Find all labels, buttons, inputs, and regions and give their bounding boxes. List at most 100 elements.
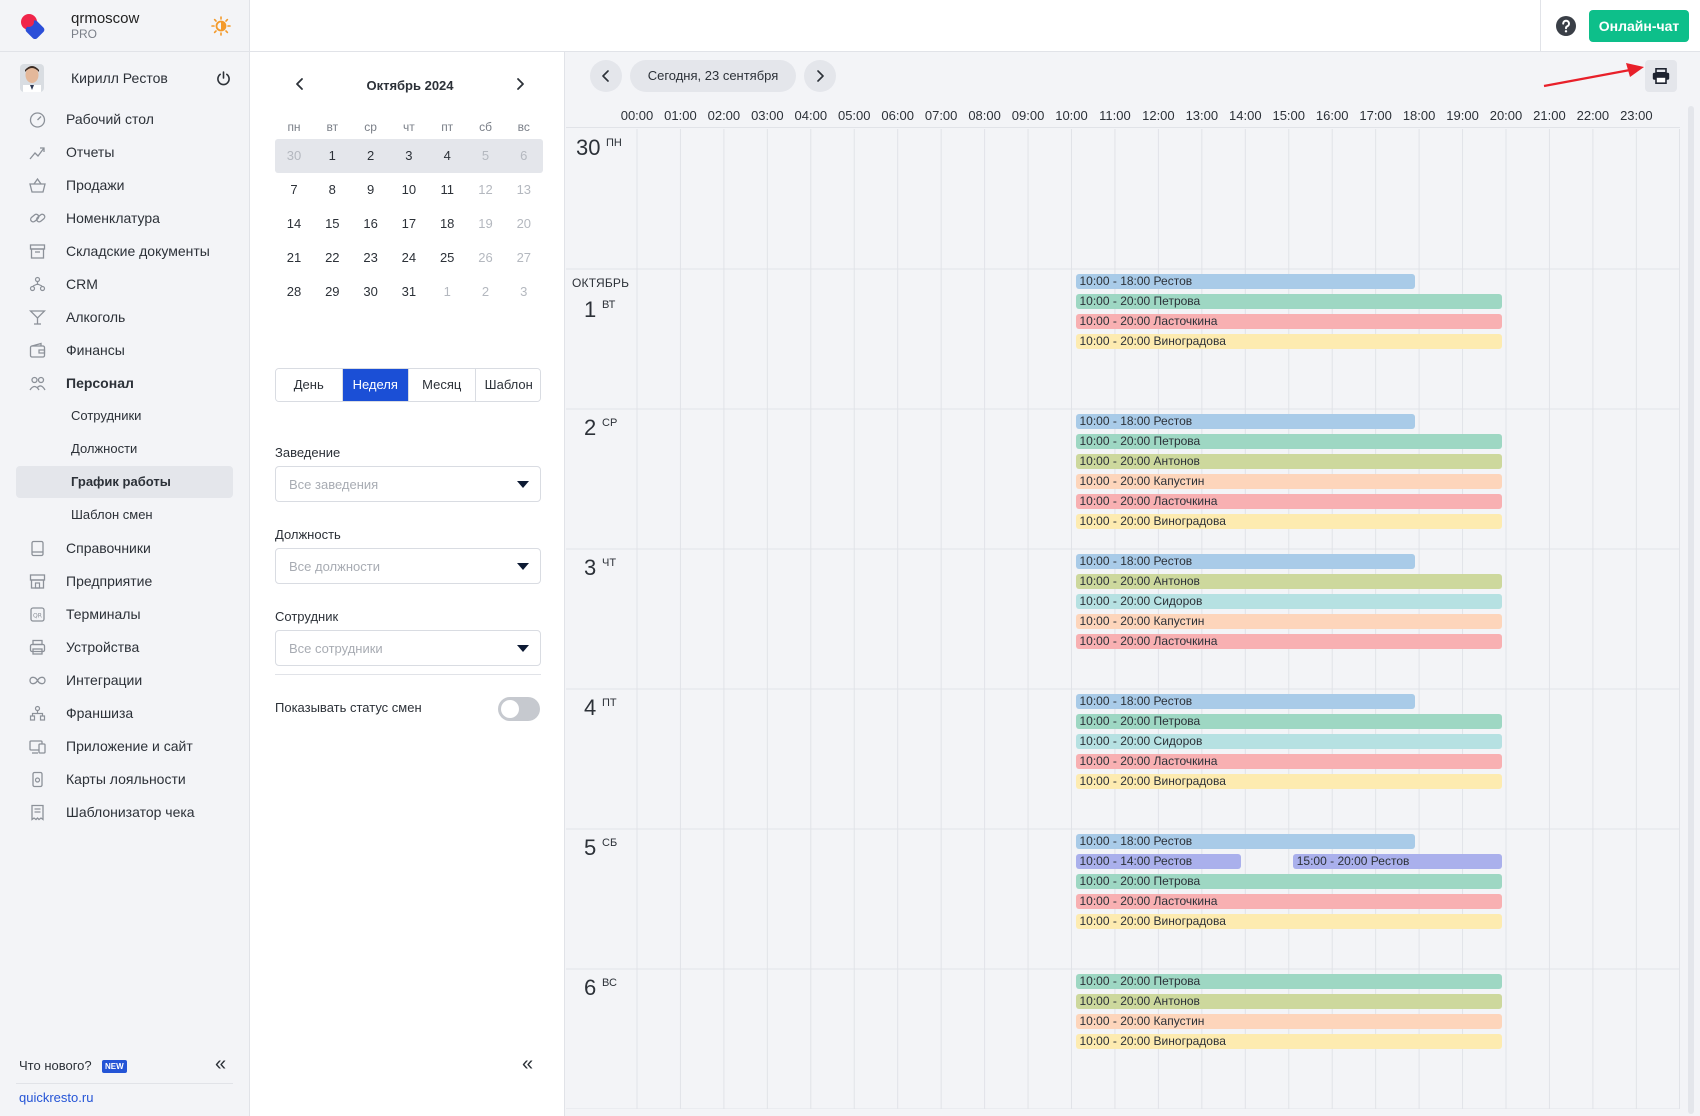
- site-link[interactable]: quickresto.ru: [19, 1090, 93, 1105]
- vertical-scrollbar[interactable]: [1688, 106, 1694, 1114]
- shift-bar[interactable]: 10:00 - 20:00 Ласточкина: [1075, 634, 1502, 649]
- calendar-day[interactable]: 31: [390, 275, 428, 309]
- sidebar-item-справочники[interactable]: Справочники: [16, 532, 233, 564]
- next-week-button[interactable]: [804, 60, 836, 92]
- sidebar-item-продажи[interactable]: Продажи: [16, 169, 233, 201]
- shift-bar[interactable]: 10:00 - 20:00 Антонов: [1075, 994, 1502, 1009]
- calendar-day[interactable]: 30: [352, 275, 390, 309]
- sidebar-item-график-работы[interactable]: График работы: [16, 466, 233, 498]
- calendar-day[interactable]: 9: [352, 173, 390, 207]
- calendar-day[interactable]: 24: [390, 241, 428, 275]
- shift-bar[interactable]: 10:00 - 18:00 Рестов: [1075, 834, 1416, 849]
- shift-bar[interactable]: 10:00 - 20:00 Антонов: [1075, 454, 1502, 469]
- sidebar-item-карты-лояльности[interactable]: Карты лояльности: [16, 763, 233, 795]
- calendar-day[interactable]: 18: [428, 207, 466, 241]
- shift-bar[interactable]: 10:00 - 18:00 Рестов: [1075, 414, 1416, 429]
- calendar-day[interactable]: 2: [352, 139, 390, 173]
- calendar-day[interactable]: 3: [505, 275, 543, 309]
- help-icon[interactable]: [1556, 16, 1576, 36]
- calendar-day[interactable]: 16: [352, 207, 390, 241]
- sidebar-item-терминалы[interactable]: QR Терминалы: [16, 598, 233, 630]
- shift-bar[interactable]: 10:00 - 18:00 Рестов: [1075, 274, 1416, 289]
- shift-bar[interactable]: 10:00 - 14:00 Рестов: [1075, 854, 1242, 869]
- print-button[interactable]: [1645, 60, 1677, 92]
- calendar-day[interactable]: 20: [505, 207, 543, 241]
- online-chat-button[interactable]: Онлайн-чат: [1589, 10, 1689, 42]
- shift-bar[interactable]: 10:00 - 20:00 Петрова: [1075, 714, 1502, 729]
- sidebar-item-алкоголь[interactable]: Алкоголь: [16, 301, 233, 333]
- calendar-day[interactable]: 17: [390, 207, 428, 241]
- shift-bar[interactable]: 10:00 - 20:00 Петрова: [1075, 874, 1502, 889]
- shift-bar[interactable]: 10:00 - 20:00 Виноградова: [1075, 334, 1502, 349]
- calendar-day[interactable]: 1: [428, 275, 466, 309]
- tab-неделя[interactable]: Неделя: [342, 369, 409, 401]
- user-profile[interactable]: Кирилл Рестов: [0, 58, 250, 98]
- calendar-day[interactable]: 29: [313, 275, 351, 309]
- calendar-day[interactable]: 1: [313, 139, 351, 173]
- logout-power-icon[interactable]: [216, 71, 231, 86]
- calendar-day[interactable]: 30: [275, 139, 313, 173]
- position-select[interactable]: Все должности: [275, 548, 541, 584]
- shift-bar[interactable]: 10:00 - 20:00 Виноградова: [1075, 914, 1502, 929]
- calendar-day[interactable]: 19: [467, 207, 505, 241]
- shift-bar[interactable]: 10:00 - 20:00 Петрова: [1075, 294, 1502, 309]
- show-status-toggle[interactable]: [498, 697, 540, 721]
- calendar-day[interactable]: 25: [428, 241, 466, 275]
- calendar-day[interactable]: 2: [467, 275, 505, 309]
- calendar-day[interactable]: 10: [390, 173, 428, 207]
- shift-bar[interactable]: 10:00 - 20:00 Антонов: [1075, 574, 1502, 589]
- sidebar-item-шаблон-смен[interactable]: Шаблон смен: [16, 499, 233, 531]
- prev-week-button[interactable]: [590, 60, 622, 92]
- shift-bar[interactable]: 10:00 - 20:00 Ласточкина: [1075, 754, 1502, 769]
- sidebar-item-франшиза[interactable]: Франшиза: [16, 697, 233, 729]
- collapse-filters-icon[interactable]: «: [522, 1054, 538, 1074]
- shift-bar[interactable]: 10:00 - 20:00 Виноградова: [1075, 774, 1502, 789]
- shift-bar[interactable]: 10:00 - 20:00 Ласточкина: [1075, 894, 1502, 909]
- shift-bar[interactable]: 10:00 - 20:00 Капустин: [1075, 474, 1502, 489]
- today-button[interactable]: Сегодня, 23 сентября: [630, 60, 796, 92]
- shift-bar[interactable]: 10:00 - 20:00 Капустин: [1075, 614, 1502, 629]
- calendar-day[interactable]: 15: [313, 207, 351, 241]
- shift-bar[interactable]: 10:00 - 20:00 Сидоров: [1075, 594, 1502, 609]
- calendar-day[interactable]: 11: [428, 173, 466, 207]
- sun-theme-icon[interactable]: [211, 16, 231, 36]
- collapse-sidebar-icon[interactable]: «: [215, 1054, 231, 1074]
- shift-bar[interactable]: 10:00 - 20:00 Петрова: [1075, 434, 1502, 449]
- sidebar-item-интеграции[interactable]: Интеграции: [16, 664, 233, 696]
- calendar-day[interactable]: 21: [275, 241, 313, 275]
- calendar-day[interactable]: 26: [467, 241, 505, 275]
- calendar-day[interactable]: 7: [275, 173, 313, 207]
- sidebar-item-сотрудники[interactable]: Сотрудники: [16, 400, 233, 432]
- shift-bar[interactable]: 10:00 - 20:00 Ласточкина: [1075, 494, 1502, 509]
- calendar-day[interactable]: 28: [275, 275, 313, 309]
- calendar-day[interactable]: 12: [467, 173, 505, 207]
- sidebar-item-отчеты[interactable]: Отчеты: [16, 136, 233, 168]
- sidebar-item-рабочий-стол[interactable]: Рабочий стол: [16, 103, 233, 135]
- shift-bar[interactable]: 10:00 - 18:00 Рестов: [1075, 694, 1416, 709]
- shift-bar[interactable]: 10:00 - 18:00 Рестов: [1075, 554, 1416, 569]
- sidebar-item-приложение-и-сайт[interactable]: Приложение и сайт: [16, 730, 233, 762]
- sidebar-item-номенклатура[interactable]: Номенклатура: [16, 202, 233, 234]
- tab-шаблон[interactable]: Шаблон: [475, 369, 540, 401]
- shift-bar[interactable]: 10:00 - 20:00 Капустин: [1075, 1014, 1502, 1029]
- calendar-day[interactable]: 14: [275, 207, 313, 241]
- venue-select[interactable]: Все заведения: [275, 466, 541, 502]
- shift-bar[interactable]: 10:00 - 20:00 Петрова: [1075, 974, 1502, 989]
- shift-bar[interactable]: 10:00 - 20:00 Ласточкина: [1075, 314, 1502, 329]
- calendar-day[interactable]: 5: [467, 139, 505, 173]
- tab-месяц[interactable]: Месяц: [409, 369, 476, 401]
- calendar-day[interactable]: 3: [390, 139, 428, 173]
- sidebar-item-персонал[interactable]: Персонал: [16, 367, 233, 399]
- calendar-day[interactable]: 27: [505, 241, 543, 275]
- sidebar-item-устройства[interactable]: Устройства: [16, 631, 233, 663]
- sidebar-item-должности[interactable]: Должности: [16, 433, 233, 465]
- sidebar-item-предприятие[interactable]: Предприятие: [16, 565, 233, 597]
- shift-bar[interactable]: 15:00 - 20:00 Рестов: [1292, 854, 1502, 869]
- sidebar-item-складские-документы[interactable]: Складские документы: [16, 235, 233, 267]
- calendar-day[interactable]: 8: [313, 173, 351, 207]
- sidebar-item-crm[interactable]: CRM: [16, 268, 233, 300]
- shift-bar[interactable]: 10:00 - 20:00 Виноградова: [1075, 1034, 1502, 1049]
- employee-select[interactable]: Все сотрудники: [275, 630, 541, 666]
- calendar-day[interactable]: 13: [505, 173, 543, 207]
- calendar-day[interactable]: 23: [352, 241, 390, 275]
